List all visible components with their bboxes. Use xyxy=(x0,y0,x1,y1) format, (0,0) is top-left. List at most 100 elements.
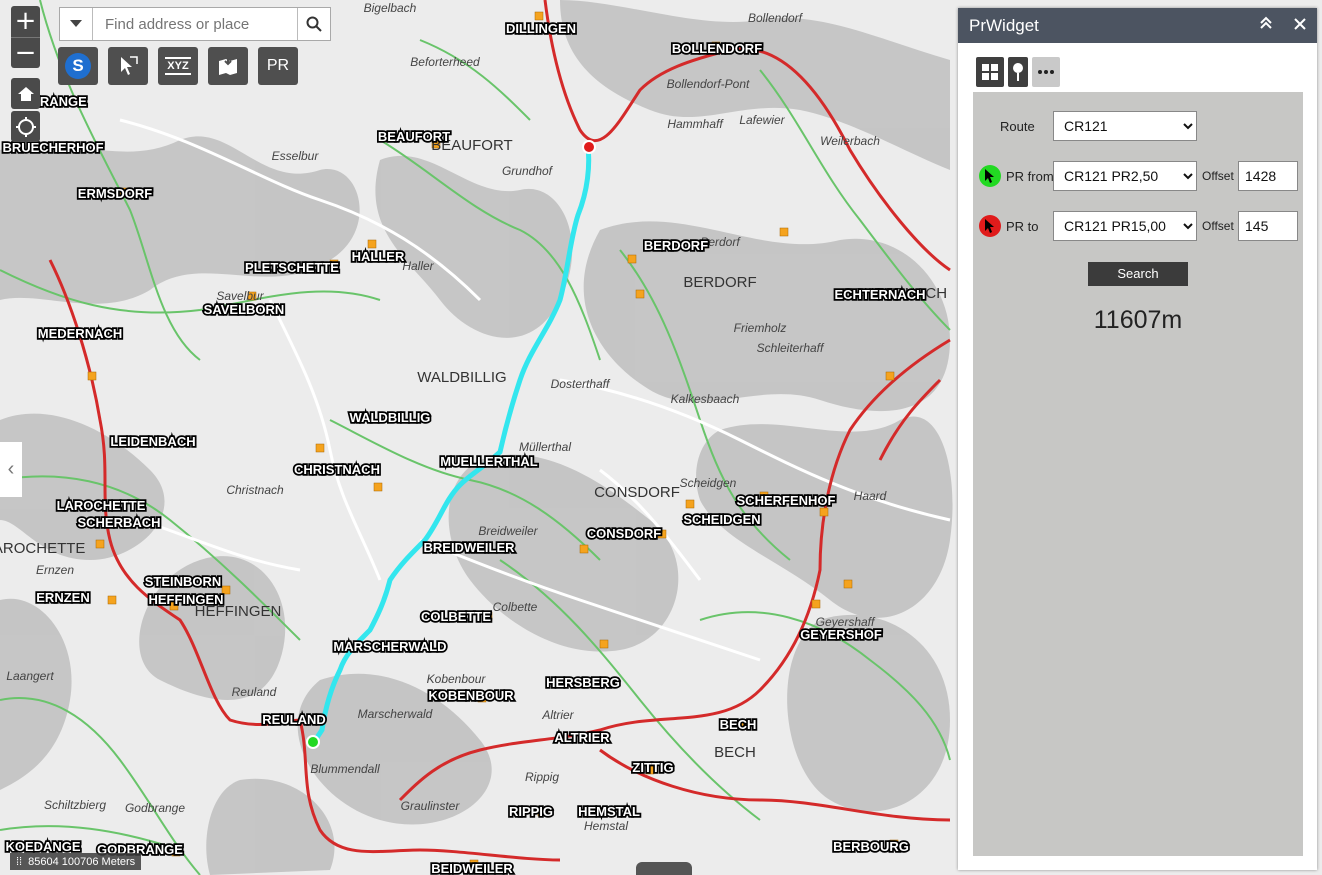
print-tool-button[interactable] xyxy=(208,47,248,85)
search-box xyxy=(59,7,331,41)
map-base-label: Marscherwald xyxy=(358,707,433,721)
map-base-label: Dosterthaff xyxy=(551,377,611,391)
pin-tab[interactable] xyxy=(1008,57,1028,87)
pr-to-select[interactable]: CR121 PR15,00 xyxy=(1053,211,1197,241)
place-label[interactable]: BEIDWEILER xyxy=(429,859,515,875)
scale-text: 85604 100706 Meters xyxy=(28,855,136,868)
place-label[interactable]: KOEDANGE xyxy=(4,837,83,856)
place-label[interactable]: SCHERFENHOF xyxy=(735,491,838,510)
map-base-label: Rippig xyxy=(525,770,559,784)
place-label[interactable]: SCHERBACH xyxy=(76,513,163,532)
place-label[interactable]: HERSBERG xyxy=(544,673,621,692)
expand-left-panel-tab[interactable]: ‹ xyxy=(0,442,22,497)
more-tab[interactable] xyxy=(1032,57,1060,87)
xyz-icon: XYZ xyxy=(165,57,191,75)
place-label[interactable]: SCHEIDGEN xyxy=(682,510,763,529)
place-label[interactable]: LAROCHETTE xyxy=(55,496,148,515)
zoom-in-button[interactable]: + xyxy=(11,6,40,37)
route-end-marker xyxy=(582,140,596,154)
map-base-label: Kobenbour xyxy=(427,672,487,686)
place-label[interactable]: HEMSTAL xyxy=(576,802,641,821)
place-label[interactable]: ERNZEN xyxy=(35,588,92,607)
place-label[interactable]: LEIDENBACH xyxy=(109,432,198,451)
place-label[interactable]: KOBENBOUR xyxy=(427,686,516,705)
place-label[interactable]: REULAND xyxy=(260,710,327,729)
home-button[interactable] xyxy=(11,78,40,109)
place-label[interactable]: BEAUFORT xyxy=(376,127,452,146)
place-label[interactable]: SAVELBORN xyxy=(202,300,286,319)
map-base-label: Bollendorf-Pont xyxy=(667,77,750,91)
pr-from-select[interactable]: CR121 PR2,50 xyxy=(1053,161,1197,191)
chevron-left-icon: ‹ xyxy=(7,458,15,480)
pr-from-offset-label: Offset xyxy=(1202,169,1234,183)
search-source-dropdown[interactable] xyxy=(60,8,93,40)
map-base-label: Graulinster xyxy=(401,799,461,813)
place-label[interactable]: PLETSCHETTE xyxy=(243,258,341,277)
place-label[interactable]: MUELLERTHAL xyxy=(439,452,540,471)
pr-tool-label: PR xyxy=(266,57,290,74)
search-input[interactable] xyxy=(93,8,297,40)
layout-tab[interactable] xyxy=(976,57,1004,87)
place-label[interactable]: ECHTERNACH xyxy=(833,285,928,304)
locate-button[interactable] xyxy=(11,111,40,142)
place-label[interactable]: DILLINGEN xyxy=(504,19,578,38)
place-label[interactable]: HALLER xyxy=(350,247,407,266)
map-base-label: Breidweiler xyxy=(478,524,538,538)
map-base-label: Godbrange xyxy=(125,801,185,815)
double-chevron-up-icon xyxy=(1260,16,1272,29)
map-base-label: WALDBILLIG xyxy=(417,369,506,386)
pr-from-label: PR from xyxy=(1006,169,1054,184)
pr-to-offset-input[interactable] xyxy=(1238,211,1298,241)
search-route-button[interactable]: Search xyxy=(1088,262,1188,286)
map-base-label: BECH xyxy=(714,744,756,761)
map-base-label: Bollendorf xyxy=(748,11,804,25)
place-label[interactable]: CONSDORF xyxy=(585,524,663,543)
place-label[interactable]: RIPPIG xyxy=(507,802,555,821)
place-label[interactable]: BRUECHERHOF xyxy=(1,138,106,157)
s-tool-button[interactable]: S xyxy=(58,47,98,85)
panel-tabs xyxy=(976,57,1060,87)
close-panel-button[interactable] xyxy=(1283,17,1317,35)
map-base-label: Reuland xyxy=(232,685,277,699)
map-base-label: Scheidgen xyxy=(680,476,737,490)
place-label[interactable]: ERMSDORF xyxy=(76,184,154,203)
place-label[interactable]: ZITTIG xyxy=(631,758,676,777)
xyz-tool-button[interactable]: XYZ xyxy=(158,47,198,85)
pr-to-label: PR to xyxy=(1006,219,1039,234)
pr-from-offset-input[interactable] xyxy=(1238,161,1298,191)
place-label[interactable]: MARSCHERWALD xyxy=(332,637,449,656)
bottom-panel-tab[interactable] xyxy=(636,862,692,875)
map-base-label: Hemstal xyxy=(584,819,628,833)
place-label[interactable]: WALDBILLIG xyxy=(348,408,432,427)
map-base-label: Colbette xyxy=(493,600,538,614)
place-label[interactable]: BREIDWEILER xyxy=(422,538,517,557)
map-base-label: Altrier xyxy=(541,708,574,722)
place-label[interactable]: BERBOURG xyxy=(831,837,910,856)
map-base-label: LAROCHETTE xyxy=(0,540,85,557)
panel-header: PrWidget xyxy=(958,8,1317,43)
pr-tool-button[interactable]: PR xyxy=(258,47,298,85)
place-label[interactable]: BOLLENDORF xyxy=(670,39,764,58)
place-label[interactable]: CHRISTNACH xyxy=(292,460,381,479)
pr-from-picker[interactable] xyxy=(979,165,1001,187)
place-label[interactable]: ALTRIER xyxy=(553,728,612,747)
map-base-label: Lafewier xyxy=(739,113,785,127)
map-base-label: BERDORF xyxy=(683,274,756,291)
place-label[interactable]: MEDERNACH xyxy=(36,324,124,343)
search-button[interactable] xyxy=(297,8,330,40)
map-base-label: Esselbur xyxy=(272,149,320,163)
place-label[interactable]: COLBETTE xyxy=(419,607,493,626)
place-label[interactable]: BECH xyxy=(718,715,758,734)
place-label[interactable]: HEFFINGEN xyxy=(147,590,226,609)
map-base-label: Haard xyxy=(854,489,887,503)
map-base-label: Bigelbach xyxy=(364,1,417,15)
collapse-panel-button[interactable] xyxy=(1249,16,1283,35)
place-label[interactable]: GEYERSHOF xyxy=(798,625,883,644)
pr-to-picker[interactable] xyxy=(979,215,1001,237)
route-select[interactable]: CR121 xyxy=(1053,111,1197,141)
zoom-out-button[interactable]: − xyxy=(11,36,40,69)
place-label[interactable]: BERDORF xyxy=(642,236,710,255)
place-label[interactable]: STEINBORN xyxy=(143,572,223,591)
measure-tool-button[interactable] xyxy=(108,47,148,85)
map-base-label: Schiltzbierg xyxy=(44,798,106,812)
